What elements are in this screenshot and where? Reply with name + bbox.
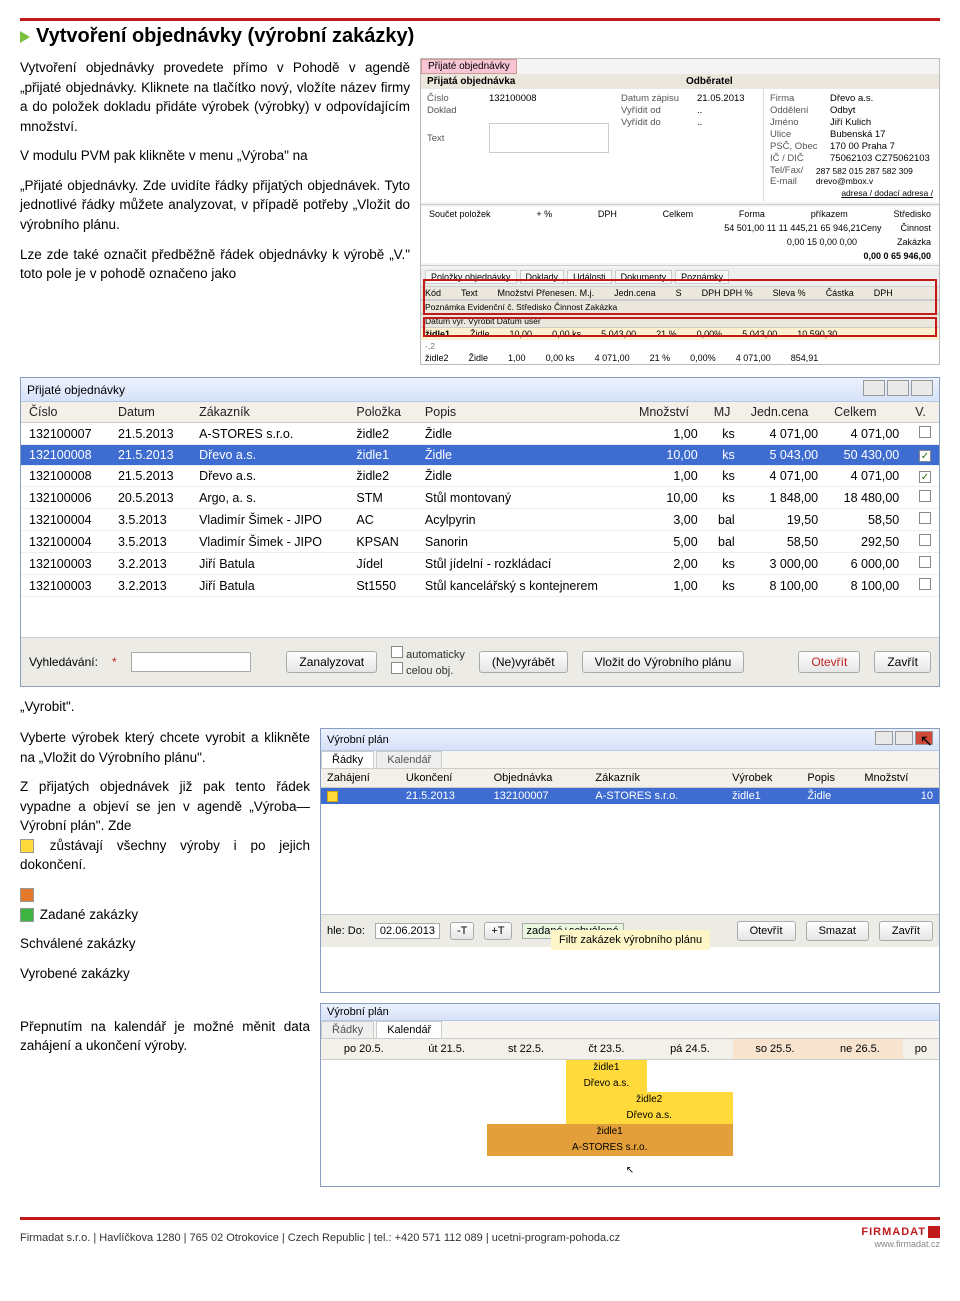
nevyrabet-button[interactable]: (Ne)vyrábět bbox=[479, 651, 568, 673]
swatch-yellow-icon bbox=[20, 839, 34, 853]
section-label-right: Odběratel bbox=[680, 74, 939, 89]
form-tab[interactable]: Přijaté objednávky bbox=[421, 59, 517, 74]
section-label-left: Přijatá objednávka bbox=[421, 74, 680, 89]
field-text[interactable] bbox=[489, 123, 609, 153]
field-firma[interactable]: Dřevo a.s. bbox=[830, 93, 873, 104]
field-ulice[interactable]: Bubenská 17 bbox=[830, 129, 885, 140]
table-row[interactable]: 1321000033.2.2013Jiří BatulaSt1550Stůl k… bbox=[21, 575, 939, 597]
field-jmeno[interactable]: Jiří Kulich bbox=[830, 117, 871, 128]
intro-p1: Vytvoření objednávky provedete přímo v P… bbox=[20, 58, 410, 136]
page-title: Vytvoření objednávky (výrobní zakázky) bbox=[20, 25, 940, 48]
legend-zadane: Zadané zakázky bbox=[40, 907, 138, 922]
window-controls[interactable] bbox=[861, 380, 933, 399]
vyrobit-checkbox[interactable] bbox=[919, 471, 931, 483]
cal-tabs[interactable]: ŘádkyKalendář bbox=[321, 1021, 939, 1039]
pohoda-form-screenshot: Přijaté objednávky Přijatá objednávka Od… bbox=[420, 58, 940, 365]
table-row[interactable]: 1321000033.2.2013Jiří BatulaJídelStůl jí… bbox=[21, 553, 939, 575]
field-tel[interactable]: 287 582 015 287 582 309 drevo@mbox.v bbox=[816, 166, 933, 186]
orders-table[interactable]: ČísloDatumZákazníkPoložkaPopisMnožstvíMJ… bbox=[21, 402, 939, 597]
legend-vyrobene: Vyrobené zakázky bbox=[20, 964, 310, 984]
filter-callout: Filtr zakázek výrobního plánu bbox=[551, 930, 710, 950]
chk-celou-obj[interactable] bbox=[391, 662, 403, 674]
table-row[interactable]: 1321000043.5.2013Vladimír Šimek - JIPOAC… bbox=[21, 509, 939, 531]
plus-t-button[interactable]: +T bbox=[484, 922, 511, 940]
plan-row[interactable]: 21.5.2013 132100007 A-STORES s.r.o. židl… bbox=[321, 788, 939, 805]
plan-delete-button[interactable]: Smazat bbox=[806, 921, 869, 941]
intro-p3: „Přijaté objednávky. Zde uvidíte řádky p… bbox=[20, 176, 410, 235]
intro-p2: V modulu PVM pak klikněte v menu „Výroba… bbox=[20, 146, 410, 166]
vyrobit-label: „Vyrobit". bbox=[20, 699, 940, 714]
sec3-text: Přepnutím na kalendář je možné měnit dat… bbox=[20, 1017, 310, 1056]
search-input[interactable] bbox=[131, 652, 251, 672]
chk-automaticky[interactable] bbox=[391, 646, 403, 658]
plan-tabs[interactable]: ŘádkyKalendář bbox=[321, 751, 939, 769]
legend-schvalene: Schválené zakázky bbox=[20, 934, 310, 954]
table-row[interactable]: 13210000821.5.2013Dřevo a.s.židle1Židle1… bbox=[21, 445, 939, 466]
triangle-icon bbox=[20, 31, 30, 43]
table-row[interactable]: 13210000821.5.2013Dřevo a.s.židle2Židle1… bbox=[21, 466, 939, 487]
footer-left: Firmadat s.r.o. | Havlíčkova 1280 | 765 … bbox=[20, 1232, 620, 1244]
orders-window-title: Přijaté objednávky bbox=[27, 383, 125, 397]
plan-close-button[interactable]: Zavřít bbox=[879, 921, 933, 941]
sec2-p2: Z přijatých objednávek již pak tento řád… bbox=[20, 777, 310, 875]
field-ic[interactable]: 75062103 CZ75062103 bbox=[830, 153, 930, 164]
vlozit-plan-button[interactable]: Vložit do Výrobního plánu bbox=[582, 651, 745, 673]
table-row[interactable]: 13210000721.5.2013A-STORES s.r.o.židle2Ž… bbox=[21, 423, 939, 445]
swatch-green-icon bbox=[20, 908, 34, 922]
table-row[interactable]: 1321000043.5.2013Vladimír Šimek - JIPOKP… bbox=[21, 531, 939, 553]
field-cislo[interactable]: 132100008 bbox=[489, 93, 549, 104]
search-label: Vyhledávání: bbox=[29, 655, 98, 669]
field-oddeleni[interactable]: Odbyt bbox=[830, 105, 855, 116]
field-psc[interactable]: 170 00 Praha 7 bbox=[830, 141, 895, 152]
status-square-icon bbox=[327, 791, 338, 802]
field-vyridit-od[interactable]: .. bbox=[697, 105, 757, 116]
open-button[interactable]: Otevřít bbox=[798, 651, 860, 673]
swatch-orange-icon bbox=[20, 888, 34, 902]
plan-open-button[interactable]: Otevřít bbox=[737, 921, 796, 941]
vyrobit-checkbox[interactable] bbox=[919, 450, 931, 462]
hle-do-label: hle: Do: bbox=[327, 925, 365, 937]
field-vyridit-do[interactable]: .. bbox=[697, 117, 757, 128]
intro-p4: Lze zde také označit předběžně řádek obj… bbox=[20, 245, 410, 284]
plan-table[interactable]: ZahájeníUkončeníObjednávkaZákazníkVýrobe… bbox=[321, 769, 939, 804]
vyrobit-checkbox[interactable] bbox=[919, 578, 931, 590]
orders-window: Přijaté objednávky ČísloDatumZákazníkPol… bbox=[20, 377, 940, 687]
vyrobit-checkbox[interactable] bbox=[919, 534, 931, 546]
date-input[interactable]: 02.06.2013 bbox=[375, 923, 440, 939]
close-button[interactable]: Zavřít bbox=[874, 651, 931, 673]
mini-tabs[interactable]: Položky objednávkyDokladyUdálostiDokumen… bbox=[421, 268, 939, 286]
page-footer: Firmadat s.r.o. | Havlíčkova 1280 | 765 … bbox=[20, 1217, 940, 1250]
vyrobit-checkbox[interactable] bbox=[919, 556, 931, 568]
vyrobit-checkbox[interactable] bbox=[919, 490, 931, 502]
analyze-button[interactable]: Zanalyzovat bbox=[286, 651, 377, 673]
field-datum[interactable]: 21.05.2013 bbox=[697, 93, 757, 104]
table-row[interactable]: 13210000620.5.2013Argo, a. s.STMStůl mon… bbox=[21, 487, 939, 509]
calendar-window: Výrobní plán ŘádkyKalendář po 20.5.út 21… bbox=[320, 1003, 940, 1187]
vyrobit-checkbox[interactable] bbox=[919, 426, 931, 438]
addr-toggle[interactable]: adresa / dodací adresa / bbox=[770, 188, 933, 198]
vyrobit-checkbox[interactable] bbox=[919, 512, 931, 524]
footer-url: www.firmadat.cz bbox=[874, 1239, 940, 1249]
plan-window-title: Výrobní plán bbox=[327, 734, 389, 746]
close-icon bbox=[911, 380, 933, 396]
cal-window-title: Výrobní plán bbox=[327, 1006, 389, 1018]
sec2-p1: Vyberte výrobek který chcete vyrobit a k… bbox=[20, 728, 310, 767]
plan-window: Výrobní plán ŘádkyKalendář ZahájeníUkonč… bbox=[320, 728, 940, 993]
minus-t-button[interactable]: -T bbox=[450, 922, 474, 940]
brand-logo: FIRMADAT bbox=[861, 1226, 940, 1238]
calendar-table[interactable]: po 20.5.út 21.5.st 22.5.čt 23.5.pá 24.5.… bbox=[321, 1039, 939, 1186]
